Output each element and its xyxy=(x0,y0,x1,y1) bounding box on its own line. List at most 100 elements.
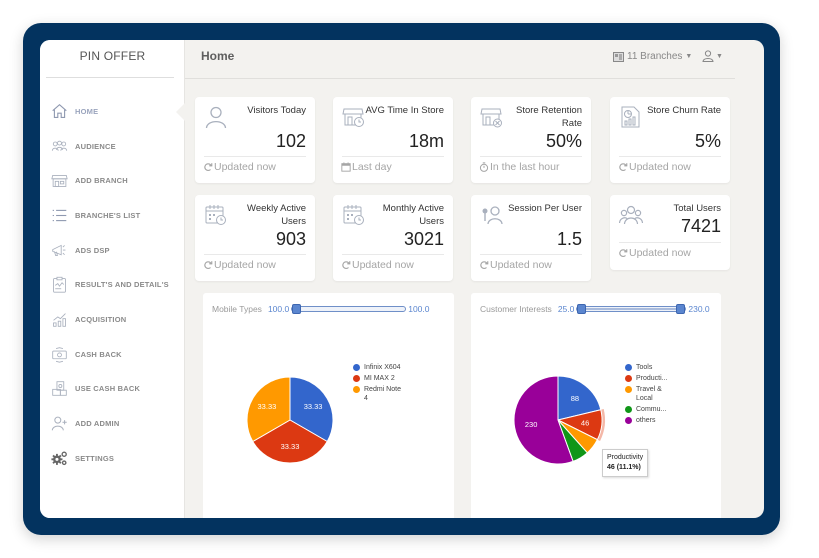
range-min-value: 25.0 xyxy=(557,304,575,314)
card-footer-text: Updated now xyxy=(629,161,691,173)
refresh-icon xyxy=(341,260,351,270)
sidebar-item-label: HOME xyxy=(75,106,99,116)
use-cash-icon xyxy=(50,380,68,398)
legend-swatch xyxy=(353,375,360,382)
sidebar-item-label: BRANCHE'S LIST xyxy=(75,210,141,220)
card-footer: In the last hour xyxy=(479,161,559,173)
sidebar-item-cash-back[interactable]: CASH BACK xyxy=(40,337,185,372)
refresh-icon xyxy=(479,260,489,270)
divider xyxy=(46,77,174,78)
card-footer: Last day xyxy=(341,161,392,173)
card-footer: Updated now xyxy=(203,259,276,271)
legend-item[interactable]: MI MAX 2 xyxy=(353,374,404,383)
sidebar-item-label: RESULT'S AND DETAIL'S xyxy=(75,280,169,290)
card-value: 102 xyxy=(275,131,306,151)
legend-label: MI MAX 2 xyxy=(364,375,395,382)
card-title: Total Users xyxy=(673,203,721,214)
range-fill xyxy=(581,308,682,310)
legend-item[interactable]: Commu... xyxy=(625,405,676,414)
card-footer-text: Updated now xyxy=(490,259,552,271)
sidebar-item-add-admin[interactable]: ADD ADMIN xyxy=(40,406,185,441)
sidebar-item-label: ADS DSP xyxy=(75,245,110,255)
legend-item[interactable]: others xyxy=(625,416,676,425)
sidebar-item-label: ADD ADMIN xyxy=(75,419,120,429)
legend-item[interactable]: Redmi Note 4 xyxy=(353,385,404,403)
legend-item[interactable]: Travel & Local xyxy=(625,385,676,403)
user-icon xyxy=(702,50,714,62)
card-footer: Updated now xyxy=(479,259,552,271)
chart-title: Customer Interests xyxy=(480,304,552,314)
card-title: AVG Time In Store xyxy=(365,105,445,116)
legend-swatch xyxy=(353,386,360,393)
legend-item[interactable]: Infinix X604 xyxy=(353,363,404,372)
pie-chart: 33.33 33.33 33.33 xyxy=(246,376,334,464)
user-menu[interactable]: ▼ xyxy=(702,50,723,62)
divider xyxy=(619,242,721,243)
legend-label: Commu... xyxy=(636,406,667,413)
card-footer-text: Updated now xyxy=(629,247,691,259)
refresh-icon xyxy=(618,248,628,258)
range-max-value: 100.0 xyxy=(408,304,430,314)
legend-label: Infinix X604 xyxy=(364,364,401,371)
sidebar-item-use-cash-back[interactable]: USE CASH BACK xyxy=(40,372,185,407)
card-footer-text: Updated now xyxy=(352,259,414,271)
card-footer-text: In the last hour xyxy=(490,161,560,173)
card-footer: Updated now xyxy=(618,247,691,259)
legend-swatch xyxy=(353,364,360,371)
divider xyxy=(204,156,306,157)
sidebar-item-label: AUDIENCE xyxy=(75,141,116,151)
card-value: 3021 xyxy=(403,229,444,249)
gears-icon xyxy=(50,449,68,467)
legend-item[interactable]: Producti... xyxy=(625,374,676,383)
divider xyxy=(480,254,582,255)
stat-card-visitors-today: Visitors Today 102 Updated now xyxy=(195,97,315,183)
page-title: Home xyxy=(201,49,235,63)
chart-header: Mobile Types 100.0 100.0 xyxy=(212,304,430,314)
legend-label: Travel & Local xyxy=(636,386,662,402)
store-icon xyxy=(50,172,68,190)
sidebar-item-label: CASH BACK xyxy=(75,349,122,359)
card-title: Monthly Active Users xyxy=(382,203,444,227)
range-handle-low[interactable] xyxy=(292,304,302,314)
sidebar-item-home[interactable]: HOME xyxy=(40,94,186,129)
range-slider[interactable] xyxy=(576,304,687,314)
card-value: 18m xyxy=(408,131,444,151)
chart-title: Mobile Types xyxy=(212,304,262,314)
branches-dropdown[interactable]: 11 Branches ▼ xyxy=(613,51,692,62)
list-icon xyxy=(50,206,68,224)
sidebar-item-label: USE CASH BACK xyxy=(75,384,141,394)
refresh-icon xyxy=(203,162,213,172)
sidebar-item-label: ACQUISITION xyxy=(75,314,127,324)
legend-swatch xyxy=(625,386,632,393)
chart-legend: Tools Producti... Travel & Local Commu..… xyxy=(625,363,676,427)
legend-swatch xyxy=(625,417,632,424)
sidebar-item-result-s-and-detail-s[interactable]: RESULT'S AND DETAIL'S xyxy=(40,267,185,302)
stat-card-monthly-active-users: Monthly Active Users 3021 Updated now xyxy=(333,195,453,281)
brand-logo[interactable]: PIN OFFER xyxy=(40,40,185,78)
chart-legend: Infinix X604 MI MAX 2 Redmi Note 4 xyxy=(353,363,404,405)
legend-item[interactable]: Tools xyxy=(625,363,676,372)
range-handle-high[interactable] xyxy=(676,304,686,314)
sidebar-item-branche-s-list[interactable]: BRANCHE'S LIST xyxy=(40,198,185,233)
sidebar-item-ads-dsp[interactable]: ADS DSP xyxy=(40,233,185,268)
card-value: 5% xyxy=(694,131,721,151)
add-user-icon xyxy=(50,415,68,433)
customer-interests-panel: Customer Interests 25.0 230.0 88 46 230 Too… xyxy=(471,293,721,518)
branches-icon xyxy=(613,51,624,62)
range-slider[interactable] xyxy=(291,304,407,314)
chevron-down-icon: ▼ xyxy=(716,52,723,60)
sidebar-item-add-branch[interactable]: ADD BRANCH xyxy=(40,163,185,198)
range-handle-low[interactable] xyxy=(577,304,587,314)
sidebar-item-acquisition[interactable]: ACQUISITION xyxy=(40,302,185,337)
tooltip-value: 46 (11.1%) xyxy=(607,464,641,471)
card-footer-text: Updated now xyxy=(214,161,276,173)
pie-data-label: 46 xyxy=(581,419,589,428)
divider xyxy=(204,254,306,255)
sidebar-item-settings[interactable]: SETTINGS xyxy=(40,441,185,476)
stat-card-avg-time-in-store: AVG Time In Store 18m Last day xyxy=(333,97,453,183)
sidebar-item-audience[interactable]: AUDIENCE xyxy=(40,129,185,164)
pie-data-label: 33.33 xyxy=(304,402,323,411)
audience-icon xyxy=(50,137,68,155)
stat-card-store-churn-rate: Store Churn Rate 5% Updated now xyxy=(610,97,730,183)
stat-card-session-per-user: Session Per User 1.5 Updated now xyxy=(471,195,591,281)
